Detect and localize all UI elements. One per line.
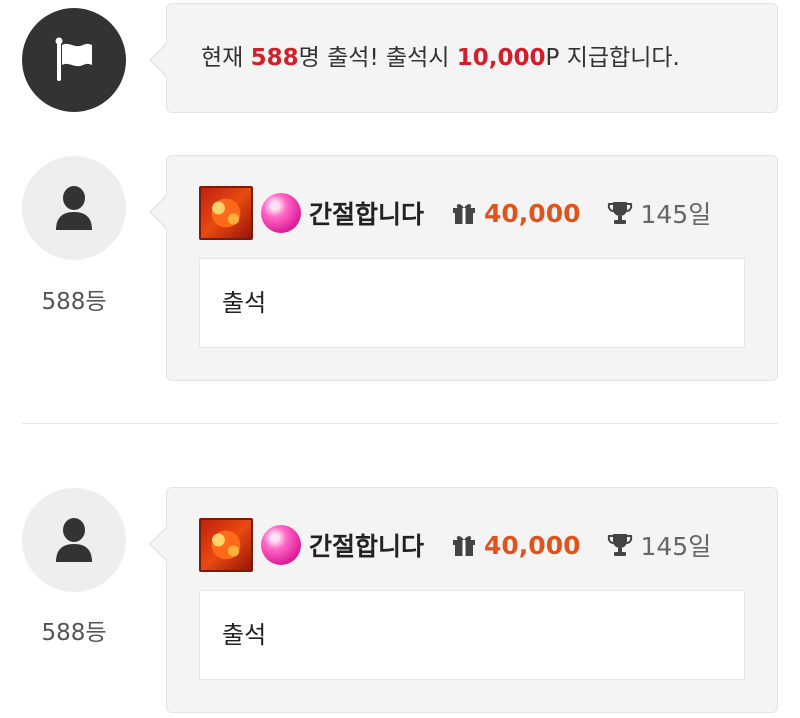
points-value: 40,000 xyxy=(484,198,581,228)
days-group: 145일 xyxy=(607,195,712,231)
user-icon xyxy=(56,518,92,562)
entry-bubble: 간절합니다 40,000 145일 출석 xyxy=(149,155,778,381)
days-group: 145일 xyxy=(607,527,712,563)
member-icon-image xyxy=(199,518,253,572)
trophy-icon xyxy=(607,202,632,224)
points-group: 40,000 xyxy=(452,198,581,228)
points-group: 40,000 xyxy=(452,530,581,560)
nickname[interactable]: 간절합니다 xyxy=(309,195,424,231)
attendance-days: 145일 xyxy=(640,532,712,561)
notice-suffix: P 지급합니다. xyxy=(545,45,680,71)
level-orb-icon xyxy=(261,525,301,565)
points-value: 40,000 xyxy=(484,530,581,560)
user-icon xyxy=(56,186,92,230)
notice-prefix: 현재 xyxy=(201,45,251,71)
level-orb-icon xyxy=(261,193,301,233)
user-avatar[interactable] xyxy=(22,156,126,260)
notice-text: 현재 588명 출석! 출석시 10,000P 지급합니다. xyxy=(201,4,680,112)
attendance-message: 출석 xyxy=(199,590,745,680)
rank-label: 588등 xyxy=(41,289,107,315)
entry-bubble: 간절합니다 40,000 145일 출석 xyxy=(149,487,778,713)
member-icon-image xyxy=(199,186,253,240)
flag-icon xyxy=(55,37,92,81)
nickname[interactable]: 간절합니다 xyxy=(309,527,424,563)
entry-header: 간절합니다 40,000 145일 xyxy=(199,518,711,572)
notice-middle: 명 출석! 출석시 xyxy=(298,45,457,71)
gift-icon xyxy=(453,204,476,224)
trophy-icon xyxy=(607,534,632,556)
attendance-message: 출석 xyxy=(199,258,745,348)
attendance-days: 145일 xyxy=(640,200,712,229)
rank-label: 588등 xyxy=(41,620,107,646)
notice-bubble: 현재 588명 출석! 출석시 10,000P 지급합니다. xyxy=(149,3,778,113)
attendance-count: 588 xyxy=(250,45,299,71)
gift-icon xyxy=(453,536,476,556)
divider xyxy=(22,423,778,424)
entry-header: 간절합니다 40,000 145일 xyxy=(199,186,711,240)
reward-points: 10,000 xyxy=(456,45,546,71)
user-avatar[interactable] xyxy=(22,488,126,592)
notice-flag-badge xyxy=(22,8,126,112)
